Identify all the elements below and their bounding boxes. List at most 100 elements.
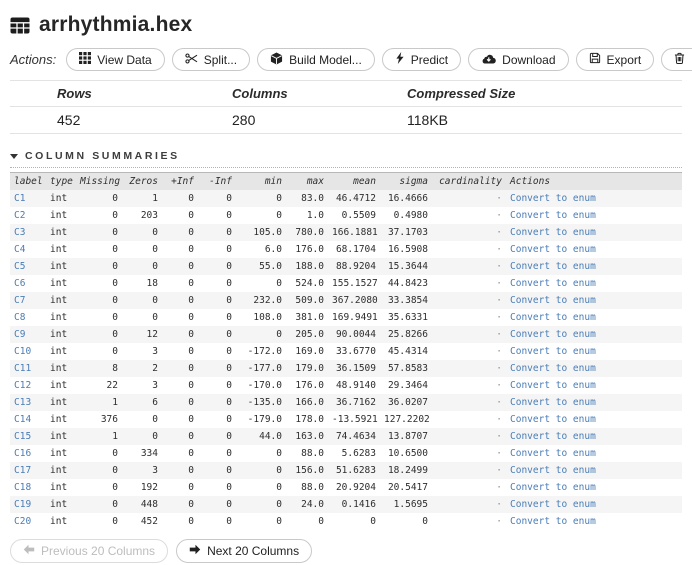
cell-min: 44.0 [259,431,282,442]
view-data-button[interactable]: View Data [66,48,165,71]
cell-pinf: 0 [188,499,194,510]
cell-max: 188.0 [295,261,324,272]
column-label-link[interactable]: C2 [14,210,25,221]
cell-min: 0 [276,448,282,459]
build-model-button[interactable]: Build Model... [257,48,375,71]
convert-to-enum-link[interactable]: Convert to enum [510,499,596,510]
next-20-columns-button[interactable]: Next 20 Columns [176,539,313,563]
save-icon [589,52,601,67]
cardinality-dot: · [496,431,502,442]
summary-value-columns: 280 [232,106,407,134]
split-button[interactable]: Split... [171,48,251,71]
convert-to-enum-link[interactable]: Convert to enum [510,244,596,255]
column-label-link[interactable]: C12 [14,380,31,391]
column-label-link[interactable]: C1 [14,193,25,204]
convert-to-enum-link[interactable]: Convert to enum [510,346,596,357]
convert-to-enum-link[interactable]: Convert to enum [510,431,596,442]
column-label-link[interactable]: C3 [14,227,25,238]
convert-to-enum-link[interactable]: Convert to enum [510,295,596,306]
download-button[interactable]: Download [468,48,569,71]
convert-to-enum-link[interactable]: Convert to enum [510,278,596,289]
convert-to-enum-link[interactable]: Convert to enum [510,465,596,476]
column-label-link[interactable]: C4 [14,244,25,255]
column-label-link[interactable]: C14 [14,414,31,425]
convert-to-enum-link[interactable]: Convert to enum [510,329,596,340]
convert-to-enum-link[interactable]: Convert to enum [510,261,596,272]
cell-ninf: 0 [226,312,232,323]
column-label-link[interactable]: C19 [14,499,31,510]
previous-20-columns-button[interactable]: Previous 20 Columns [10,539,169,563]
cell-min: 232.0 [253,295,282,306]
column-label-link[interactable]: C17 [14,465,31,476]
convert-to-enum-link[interactable]: Convert to enum [510,312,596,323]
column-label-link[interactable]: C11 [14,363,31,374]
column-type: int [50,193,68,204]
column-label-link[interactable]: C20 [14,516,31,527]
column-label-link[interactable]: C7 [14,295,25,306]
column-summaries-heading[interactable]: COLUMN SUMMARIES [10,150,682,168]
convert-to-enum-link[interactable]: Convert to enum [510,482,596,493]
convert-to-enum-link[interactable]: Convert to enum [510,227,596,238]
column-type: int [50,516,68,527]
cardinality-dot: · [496,278,502,289]
cell-max: 166.0 [295,397,324,408]
convert-to-enum-link[interactable]: Convert to enum [510,414,596,425]
delete-button[interactable]: Delete [661,48,692,71]
convert-to-enum-link[interactable]: Convert to enum [510,380,596,391]
trash-icon [674,52,685,67]
cell-missing: 22 [106,380,118,391]
column-label-link[interactable]: C15 [14,431,31,442]
column-label-link[interactable]: C6 [14,278,25,289]
column-type: int [50,431,68,442]
cardinality-dot: · [496,363,502,374]
cell-missing: 1 [112,431,118,442]
col-header-pinf: +Inf [162,172,198,190]
cell-missing: 376 [100,414,118,425]
cell-sigma: 15.3644 [387,261,428,272]
cell-zeros: 0 [152,261,158,272]
cell-pinf: 0 [188,329,194,340]
cell-pinf: 0 [188,312,194,323]
cell-min: -177.0 [247,363,282,374]
cell-mean: 74.4634 [335,431,376,442]
column-label-link[interactable]: C5 [14,261,25,272]
column-label-link[interactable]: C13 [14,397,31,408]
cell-zeros: 3 [152,465,158,476]
cell-max: 83.0 [301,193,324,204]
previous-20-columns-label: Previous 20 Columns [41,544,156,558]
cell-pinf: 0 [188,278,194,289]
col-header-min: min [236,172,286,190]
cell-max: 176.0 [295,380,324,391]
convert-to-enum-link[interactable]: Convert to enum [510,448,596,459]
table-row: C9 int 0 12 0 0 0 205.0 90.0044 25.8266 … [10,326,682,343]
cardinality-dot: · [496,465,502,476]
convert-to-enum-link[interactable]: Convert to enum [510,516,596,527]
convert-to-enum-link[interactable]: Convert to enum [510,363,596,374]
cell-sigma: 36.0207 [387,397,428,408]
column-summaries-table: label type Missing Zeros +Inf -Inf min m… [10,172,682,530]
cell-min: -135.0 [247,397,282,408]
convert-to-enum-link[interactable]: Convert to enum [510,193,596,204]
cell-sigma: 1.5695 [393,499,428,510]
column-label-link[interactable]: C8 [14,312,25,323]
cell-ninf: 0 [226,482,232,493]
cell-zeros: 0 [152,431,158,442]
download-label: Download [502,52,556,67]
cell-missing: 0 [112,261,118,272]
column-label-link[interactable]: C18 [14,482,31,493]
cell-mean: 51.6283 [335,465,376,476]
page-title: arrhythmia.hex [39,13,193,36]
cell-missing: 0 [112,482,118,493]
export-button[interactable]: Export [575,48,655,71]
table-row: C6 int 0 18 0 0 0 524.0 155.1527 44.8423… [10,275,682,292]
column-label-link[interactable]: C9 [14,329,25,340]
table-icon [10,17,30,34]
convert-to-enum-link[interactable]: Convert to enum [510,210,596,221]
cell-zeros: 0 [152,244,158,255]
table-row: C19 int 0 448 0 0 0 24.0 0.1416 1.5695 ·… [10,496,682,513]
predict-button[interactable]: Predict [381,48,462,71]
convert-to-enum-link[interactable]: Convert to enum [510,397,596,408]
cardinality-dot: · [496,397,502,408]
column-label-link[interactable]: C16 [14,448,31,459]
column-label-link[interactable]: C10 [14,346,31,357]
